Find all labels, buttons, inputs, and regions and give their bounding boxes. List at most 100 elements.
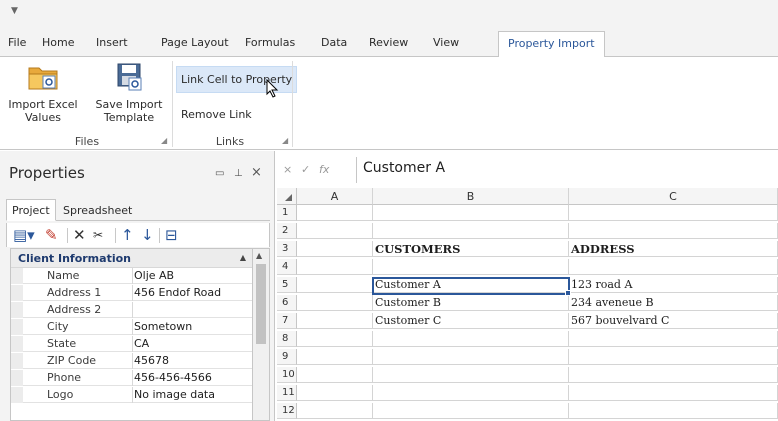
- cell-c7[interactable]: 567 bouvelvard C: [569, 313, 778, 329]
- row-header[interactable]: 1: [277, 205, 297, 221]
- cell[interactable]: [297, 259, 373, 275]
- row-header[interactable]: 6: [277, 295, 297, 311]
- cell[interactable]: [569, 331, 778, 347]
- cell[interactable]: [297, 349, 373, 365]
- select-all-corner[interactable]: [277, 188, 297, 205]
- insert-row-icon[interactable]: ⊟: [165, 227, 178, 243]
- cell[interactable]: [569, 403, 778, 419]
- cell[interactable]: [373, 403, 569, 419]
- property-row[interactable]: City Sometown: [11, 319, 252, 335]
- dialog-launcher-icon[interactable]: ◢: [282, 136, 288, 145]
- row-header[interactable]: 2: [277, 223, 297, 239]
- cell[interactable]: [297, 205, 373, 221]
- cell[interactable]: [373, 223, 569, 239]
- cell[interactable]: [373, 367, 569, 383]
- row-header[interactable]: 7: [277, 313, 297, 329]
- close-icon[interactable]: ×: [251, 165, 262, 180]
- cell[interactable]: [373, 259, 569, 275]
- enter-icon[interactable]: ✓: [301, 163, 310, 176]
- cell[interactable]: [297, 295, 373, 311]
- categorized-view-icon[interactable]: ▤▾: [13, 227, 35, 243]
- arrow-down-icon[interactable]: ↓: [141, 227, 154, 243]
- tab-property-import[interactable]: Property Import: [498, 31, 605, 58]
- property-value[interactable]: CA: [134, 337, 149, 350]
- function-icon[interactable]: fx: [319, 163, 329, 176]
- property-row[interactable]: Address 2: [11, 302, 252, 318]
- save-import-template-button[interactable]: Save Import Template: [88, 62, 170, 124]
- row-header[interactable]: 9: [277, 349, 297, 365]
- property-value[interactable]: 456-456-4566: [134, 371, 212, 384]
- cell[interactable]: [297, 241, 373, 257]
- tab-data[interactable]: Data: [321, 36, 347, 49]
- cell[interactable]: [373, 385, 569, 401]
- cell[interactable]: [569, 385, 778, 401]
- tab-file[interactable]: File: [8, 36, 26, 49]
- cell-c3[interactable]: ADDRESS: [569, 241, 778, 257]
- cut-link-icon[interactable]: ✂: [93, 227, 103, 243]
- row-header[interactable]: 10: [277, 367, 297, 383]
- cell-b7[interactable]: Customer C: [373, 313, 569, 329]
- cell[interactable]: [569, 223, 778, 239]
- delete-icon[interactable]: ✕: [73, 227, 86, 243]
- cell[interactable]: [373, 349, 569, 365]
- tab-home[interactable]: Home: [42, 36, 74, 49]
- property-row[interactable]: Address 1 456 Endof Road: [11, 285, 252, 301]
- formula-input[interactable]: Customer A: [356, 157, 778, 183]
- property-row[interactable]: ZIP Code 45678: [11, 353, 252, 369]
- row-header[interactable]: 5: [277, 277, 297, 293]
- window-icon[interactable]: ▭: [215, 168, 224, 179]
- row-header[interactable]: 4: [277, 259, 297, 275]
- cell[interactable]: [297, 385, 373, 401]
- cell[interactable]: [297, 223, 373, 239]
- edit-icon[interactable]: ✎: [45, 227, 58, 243]
- cell[interactable]: [569, 259, 778, 275]
- tab-formulas[interactable]: Formulas: [245, 36, 295, 49]
- property-value[interactable]: Sometown: [134, 320, 192, 333]
- column-header-b[interactable]: B: [373, 188, 569, 205]
- cell[interactable]: [297, 313, 373, 329]
- remove-link-button[interactable]: Remove Link: [177, 102, 256, 127]
- row-header[interactable]: 8: [277, 331, 297, 347]
- pin-icon[interactable]: ⊥: [234, 168, 243, 179]
- cell[interactable]: [373, 331, 569, 347]
- property-value[interactable]: 456 Endof Road: [134, 286, 221, 299]
- property-value[interactable]: Olje AB: [134, 269, 174, 282]
- cell[interactable]: [373, 205, 569, 221]
- cell[interactable]: [297, 277, 373, 293]
- row-header[interactable]: 12: [277, 403, 297, 419]
- fill-handle[interactable]: [565, 290, 571, 296]
- scroll-up-icon[interactable]: ▲: [256, 251, 262, 260]
- tab-view[interactable]: View: [433, 36, 459, 49]
- row-header[interactable]: 11: [277, 385, 297, 401]
- cell[interactable]: [569, 367, 778, 383]
- tab-spreadsheet[interactable]: Spreadsheet: [58, 202, 137, 219]
- row-header[interactable]: 3: [277, 241, 297, 257]
- cell-c5[interactable]: 123 road A: [569, 277, 778, 293]
- tab-project[interactable]: Project: [6, 199, 56, 221]
- import-excel-values-button[interactable]: Import Excel Values: [2, 62, 84, 124]
- property-value[interactable]: No image data: [134, 388, 215, 401]
- column-header-c[interactable]: C: [569, 188, 778, 205]
- property-value[interactable]: 45678: [134, 354, 169, 367]
- cell[interactable]: [297, 403, 373, 419]
- tab-review[interactable]: Review: [369, 36, 408, 49]
- customize-arrow-icon[interactable]: ▼: [11, 6, 18, 16]
- cell[interactable]: [569, 205, 778, 221]
- tab-page-layout[interactable]: Page Layout: [161, 36, 229, 49]
- property-row[interactable]: Logo No image data: [11, 387, 252, 403]
- property-row[interactable]: Name Olje AB: [11, 268, 252, 284]
- cell-b6[interactable]: Customer B: [373, 295, 569, 311]
- category-header[interactable]: Client Information ▲: [11, 249, 252, 268]
- cell-c6[interactable]: 234 aveneue B: [569, 295, 778, 311]
- scroll-thumb[interactable]: [256, 264, 266, 344]
- cell[interactable]: [297, 367, 373, 383]
- collapse-arrow-icon[interactable]: ▲: [240, 253, 246, 262]
- cancel-icon[interactable]: ×: [283, 163, 292, 176]
- arrow-up-icon[interactable]: ↑: [121, 227, 134, 243]
- tab-insert[interactable]: Insert: [96, 36, 128, 49]
- property-row[interactable]: State CA: [11, 336, 252, 352]
- cell[interactable]: [569, 349, 778, 365]
- column-header-a[interactable]: A: [297, 188, 373, 205]
- property-row[interactable]: Phone 456-456-4566: [11, 370, 252, 386]
- dialog-launcher-icon[interactable]: ◢: [161, 136, 167, 145]
